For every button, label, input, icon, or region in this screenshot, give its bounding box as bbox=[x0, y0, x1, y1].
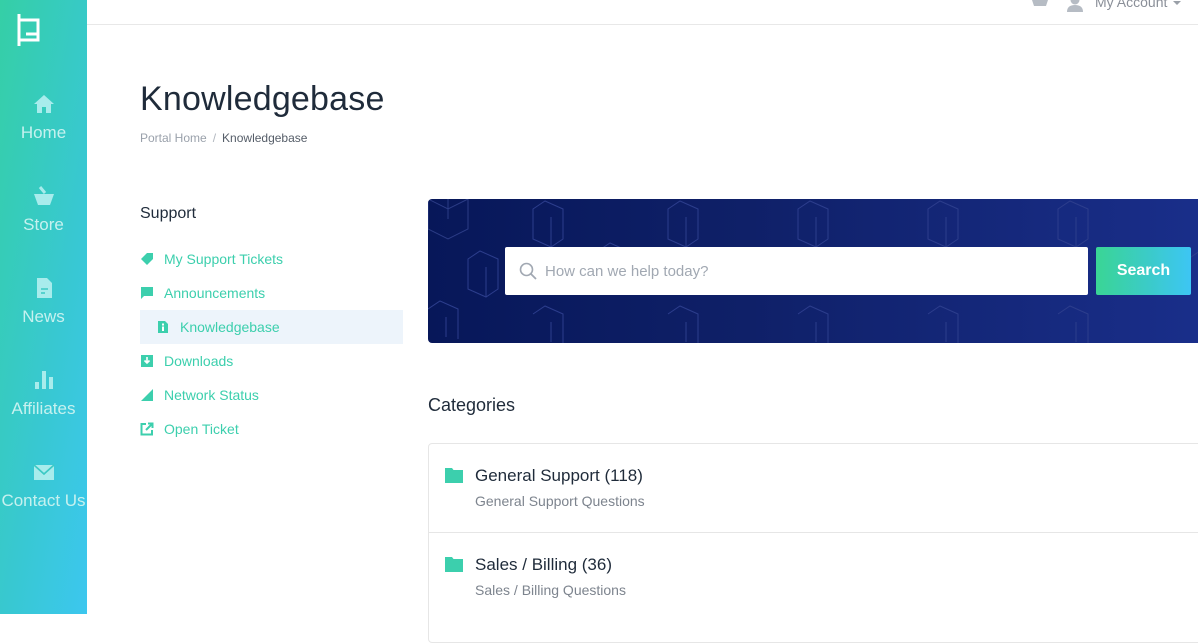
envelope-icon bbox=[32, 464, 55, 480]
cart-icon[interactable] bbox=[1030, 0, 1050, 8]
main-sidebar: Home Store News Affiliates Contact Us bbox=[0, 0, 87, 614]
my-account-label: My Account bbox=[1095, 0, 1168, 10]
info-document-icon bbox=[158, 321, 168, 333]
menu-item-label: Network Status bbox=[164, 387, 259, 403]
search-input[interactable] bbox=[545, 247, 1075, 295]
sidebar-item-store[interactable]: Store bbox=[0, 185, 87, 235]
menu-item-label: Open Ticket bbox=[164, 421, 239, 437]
search-icon bbox=[519, 262, 537, 280]
breadcrumb-current: Knowledgebase bbox=[222, 131, 308, 145]
sidebar-item-news[interactable]: News bbox=[0, 277, 87, 327]
brand-logo-icon[interactable] bbox=[16, 12, 42, 48]
menu-item-open-ticket[interactable]: Open Ticket bbox=[140, 412, 403, 446]
basket-icon bbox=[33, 186, 54, 205]
caret-down-icon bbox=[1173, 1, 1182, 6]
menu-item-announcements[interactable]: Announcements bbox=[140, 276, 403, 310]
external-link-icon bbox=[140, 422, 154, 436]
sidebar-item-home[interactable]: Home bbox=[0, 93, 87, 143]
download-icon bbox=[141, 355, 153, 367]
folder-icon bbox=[445, 468, 463, 483]
category-description: General Support Questions bbox=[475, 493, 645, 509]
menu-item-label: Announcements bbox=[164, 285, 266, 301]
menu-item-label: My Support Tickets bbox=[164, 251, 284, 267]
category-name[interactable]: Sales / Billing (36) bbox=[475, 555, 612, 575]
page-title: Knowledgebase bbox=[140, 80, 385, 118]
category-item[interactable]: General Support (118) General Support Qu… bbox=[429, 444, 1198, 532]
menu-item-network-status[interactable]: Network Status bbox=[140, 378, 403, 412]
bar-chart-icon bbox=[34, 371, 53, 389]
category-description: Sales / Billing Questions bbox=[475, 582, 626, 598]
user-icon[interactable] bbox=[1066, 0, 1084, 12]
categories-list: General Support (118) General Support Qu… bbox=[428, 443, 1198, 643]
sidebar-item-label: Store bbox=[23, 215, 64, 234]
signal-icon bbox=[141, 389, 153, 401]
category-name[interactable]: General Support (118) bbox=[475, 466, 643, 486]
category-item[interactable]: Sales / Billing (36) Sales / Billing Que… bbox=[429, 532, 1198, 620]
ticket-icon bbox=[141, 253, 153, 265]
comment-icon bbox=[141, 287, 153, 299]
knowledgebase-search-box bbox=[505, 247, 1088, 295]
breadcrumb-separator: / bbox=[212, 131, 217, 145]
search-button[interactable]: Search bbox=[1096, 247, 1191, 295]
sidebar-item-label: News bbox=[22, 307, 65, 326]
sidebar-item-label: Affiliates bbox=[11, 399, 76, 418]
support-menu-title: Support bbox=[140, 205, 197, 222]
menu-item-downloads[interactable]: Downloads bbox=[140, 344, 403, 378]
sidebar-item-affiliates[interactable]: Affiliates bbox=[0, 369, 87, 419]
sidebar-item-label: Contact Us bbox=[1, 491, 86, 510]
home-icon bbox=[33, 95, 54, 113]
menu-item-my-support-tickets[interactable]: My Support Tickets bbox=[140, 242, 403, 276]
categories-heading: Categories bbox=[428, 395, 516, 415]
folder-icon bbox=[445, 557, 463, 572]
sidebar-item-label: Home bbox=[20, 123, 67, 142]
breadcrumb-portal-home[interactable]: Portal Home bbox=[140, 131, 207, 145]
my-account-dropdown[interactable]: My Account bbox=[1095, 0, 1182, 10]
breadcrumb: Portal Home / Knowledgebase bbox=[140, 131, 307, 145]
menu-item-knowledgebase[interactable]: Knowledgebase bbox=[140, 310, 403, 344]
sidebar-item-contact-us[interactable]: Contact Us bbox=[0, 461, 87, 511]
document-icon bbox=[36, 278, 52, 298]
menu-item-label: Knowledgebase bbox=[180, 319, 280, 335]
menu-item-label: Downloads bbox=[164, 353, 234, 369]
